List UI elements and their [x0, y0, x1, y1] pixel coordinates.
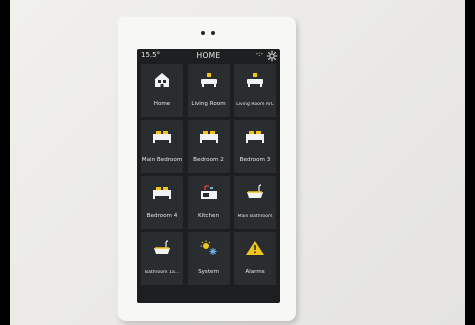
sun-snowflake-icon	[200, 240, 216, 255]
tile-alarms[interactable]: Alarms	[234, 232, 276, 285]
light-sensor	[211, 31, 215, 35]
sofa-icon	[200, 73, 217, 87]
proximity-sensor	[201, 31, 205, 35]
tile-bedroom-4[interactable]: Bedroom 4	[141, 176, 183, 229]
gear-icon[interactable]	[266, 50, 278, 62]
tile-label: Bedroom 2	[193, 157, 224, 163]
tile-label: Bathroom 1a...	[144, 270, 180, 275]
room-tile-grid: Home Living Room Living Room A/C Main Be…	[141, 64, 276, 299]
bathtub-icon	[154, 240, 170, 254]
house-icon	[155, 73, 169, 87]
status-bar: 15.5° HOME -:-	[137, 49, 280, 63]
tile-label: Home	[153, 101, 171, 107]
bed-icon	[153, 131, 171, 143]
bathtub-icon	[247, 184, 263, 198]
tile-main-bedroom[interactable]: Main Bedroom	[141, 120, 183, 173]
tile-bedroom-3[interactable]: Bedroom 3	[234, 120, 276, 173]
kitchen-sink-icon	[200, 185, 217, 199]
tile-living-room-ac[interactable]: Living Room A/C	[234, 64, 276, 117]
tile-main-bathroom[interactable]: Main Bathroom	[234, 176, 276, 229]
tile-kitchen[interactable]: Kitchen	[187, 176, 230, 229]
tile-home[interactable]: Home	[141, 64, 183, 117]
tile-living-room[interactable]: Living Room	[187, 64, 230, 117]
tile-label: Main Bedroom	[141, 157, 183, 163]
tile-label: Living Room	[191, 101, 226, 107]
bed-icon	[246, 131, 264, 143]
tile-bedroom-2[interactable]: Bedroom 2	[187, 120, 230, 173]
status-indicator: -:-	[255, 50, 263, 58]
bed-icon	[153, 187, 171, 199]
tile-label: System	[198, 269, 219, 275]
bed-icon	[199, 131, 218, 143]
tile-system[interactable]: System	[187, 232, 230, 285]
tile-label: Living Room A/C	[236, 102, 274, 107]
tile-label: Bedroom 4	[146, 213, 178, 219]
touch-screen: 15.5° HOME -:- Home Living Room Living R…	[137, 49, 280, 303]
tile-label: Main Bathroom	[237, 214, 273, 219]
tile-label: Kitchen	[197, 213, 220, 219]
warning-icon	[246, 241, 264, 255]
tile-bathroom-1a[interactable]: Bathroom 1a...	[141, 232, 183, 285]
sofa-icon	[247, 73, 263, 87]
tile-label: Bedroom 3	[239, 157, 271, 163]
touch-panel-bezel: 15.5° HOME -:- Home Living Room Living R…	[118, 17, 296, 321]
tile-label: Alarms	[245, 269, 265, 275]
